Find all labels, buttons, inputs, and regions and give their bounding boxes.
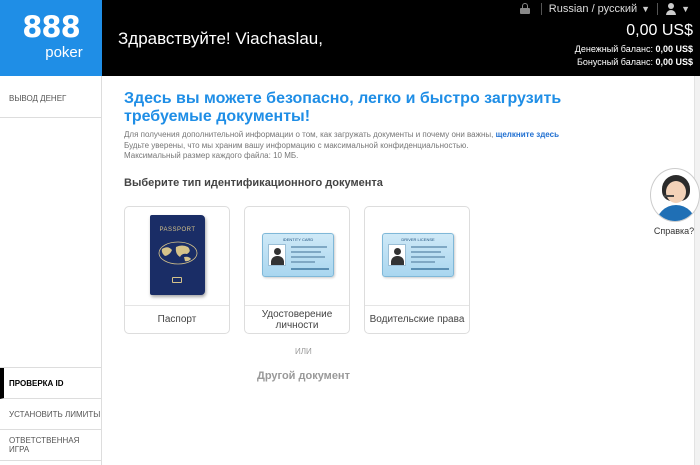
choose-document-heading: Выберите тип идентификационного документ… bbox=[124, 177, 383, 189]
text-line bbox=[291, 261, 315, 263]
drivers-license-card[interactable]: DRIVER LICENSE Водительские права bbox=[364, 206, 470, 334]
lock-icon bbox=[519, 3, 530, 14]
text-line bbox=[291, 268, 329, 270]
cash-balance: Денежный баланс: 0,00 US$ bbox=[575, 44, 693, 54]
text-line bbox=[411, 251, 441, 253]
globe-icon bbox=[158, 241, 198, 265]
bonus-balance-label: Бонусный баланс: bbox=[577, 57, 653, 67]
photo-icon bbox=[388, 244, 406, 266]
chevron-down-icon[interactable]: ▼ bbox=[681, 4, 690, 14]
identity-card-card[interactable]: IDENTITY CARD Удостоверение личности bbox=[244, 206, 350, 334]
avatar-shirt bbox=[656, 205, 696, 221]
balance-total: 0,00 US$ bbox=[626, 22, 693, 39]
info-line-1: Для получения дополнительной информации … bbox=[124, 130, 494, 139]
passport-chip-icon bbox=[172, 277, 182, 283]
text-line bbox=[411, 261, 435, 263]
divider bbox=[657, 2, 659, 15]
headset-icon bbox=[664, 195, 674, 197]
text-line bbox=[291, 256, 325, 258]
text-line bbox=[291, 246, 327, 248]
text-line bbox=[291, 251, 321, 253]
identity-card-image: IDENTITY CARD bbox=[245, 207, 349, 304]
text-line bbox=[411, 268, 449, 270]
logo-number: 888 bbox=[22, 10, 81, 44]
help-widget[interactable]: Справка? bbox=[648, 168, 700, 238]
license-card-icon: DRIVER LICENSE bbox=[382, 233, 454, 277]
user-icon[interactable] bbox=[665, 2, 677, 15]
cash-balance-value: 0,00 US$ bbox=[655, 44, 693, 54]
click-here-link[interactable]: щелкните здесь bbox=[496, 130, 559, 139]
language-selector[interactable]: Russian / русский bbox=[549, 3, 637, 15]
text-line bbox=[411, 246, 447, 248]
bonus-balance-value: 0,00 US$ bbox=[655, 57, 693, 67]
id-card-icon: IDENTITY CARD bbox=[262, 233, 334, 277]
info-line-2: Будьте уверены, что мы храним вашу инфор… bbox=[124, 140, 469, 150]
drivers-license-image: DRIVER LICENSE bbox=[365, 207, 469, 304]
avatar-face bbox=[666, 181, 686, 203]
passport-icon: PASSPORT bbox=[150, 215, 205, 295]
header-bar: 888 poker Здравствуйте! Viachaslau, Russ… bbox=[0, 0, 700, 76]
photo-icon bbox=[268, 244, 286, 266]
identity-card-label: Удостоверение личности bbox=[245, 305, 349, 333]
sidebar-item-responsible-gaming[interactable]: ОТВЕТСТВЕННАЯ ИГРА bbox=[0, 430, 101, 461]
sidebar: ВЫВОД ДЕНЕГ ПРОВЕРКА ID УСТАНОВИТЬ ЛИМИТ… bbox=[0, 76, 102, 465]
logo-word: poker bbox=[45, 44, 83, 61]
passport-card[interactable]: PASSPORT Паспорт bbox=[124, 206, 230, 334]
scrollbar[interactable] bbox=[694, 76, 700, 465]
top-utility-bar: Russian / русский ▼ ▼ bbox=[519, 0, 690, 17]
passport-image: PASSPORT bbox=[125, 207, 229, 304]
chevron-down-icon[interactable]: ▼ bbox=[641, 4, 650, 14]
support-agent-avatar bbox=[650, 168, 700, 222]
passport-cover-text: PASSPORT bbox=[159, 227, 196, 233]
info-text: Для получения дополнительной информации … bbox=[124, 130, 604, 162]
page-title: Здесь вы можете безопасно, легко и быстр… bbox=[124, 90, 562, 125]
other-document-link[interactable]: Другой документ bbox=[257, 370, 350, 382]
sidebar-item-id-verification[interactable]: ПРОВЕРКА ID bbox=[0, 368, 101, 399]
cash-balance-label: Денежный баланс: bbox=[574, 44, 653, 54]
info-line-3: Максимальный размер каждого файла: 10 МБ… bbox=[124, 151, 299, 160]
greeting-text: Здравствуйте! Viachaslau, bbox=[118, 29, 323, 48]
sidebar-item-set-limits[interactable]: УСТАНОВИТЬ ЛИМИТЫ bbox=[0, 399, 101, 430]
license-card-title: DRIVER LICENSE bbox=[401, 237, 435, 242]
divider bbox=[540, 2, 542, 15]
drivers-license-label: Водительские права bbox=[365, 305, 469, 333]
help-label: Справка? bbox=[653, 226, 695, 236]
or-separator: ИЛИ bbox=[295, 347, 312, 356]
888poker-logo[interactable]: 888 poker bbox=[0, 0, 102, 76]
sidebar-item-withdraw[interactable]: ВЫВОД ДЕНЕГ bbox=[0, 80, 101, 118]
id-card-title: IDENTITY CARD bbox=[282, 237, 314, 242]
bonus-balance: Бонусный баланс: 0,00 US$ bbox=[577, 57, 693, 67]
passport-label: Паспорт bbox=[125, 305, 229, 333]
text-line bbox=[411, 256, 445, 258]
main-content: Здесь вы можете безопасно, легко и быстр… bbox=[102, 76, 694, 465]
